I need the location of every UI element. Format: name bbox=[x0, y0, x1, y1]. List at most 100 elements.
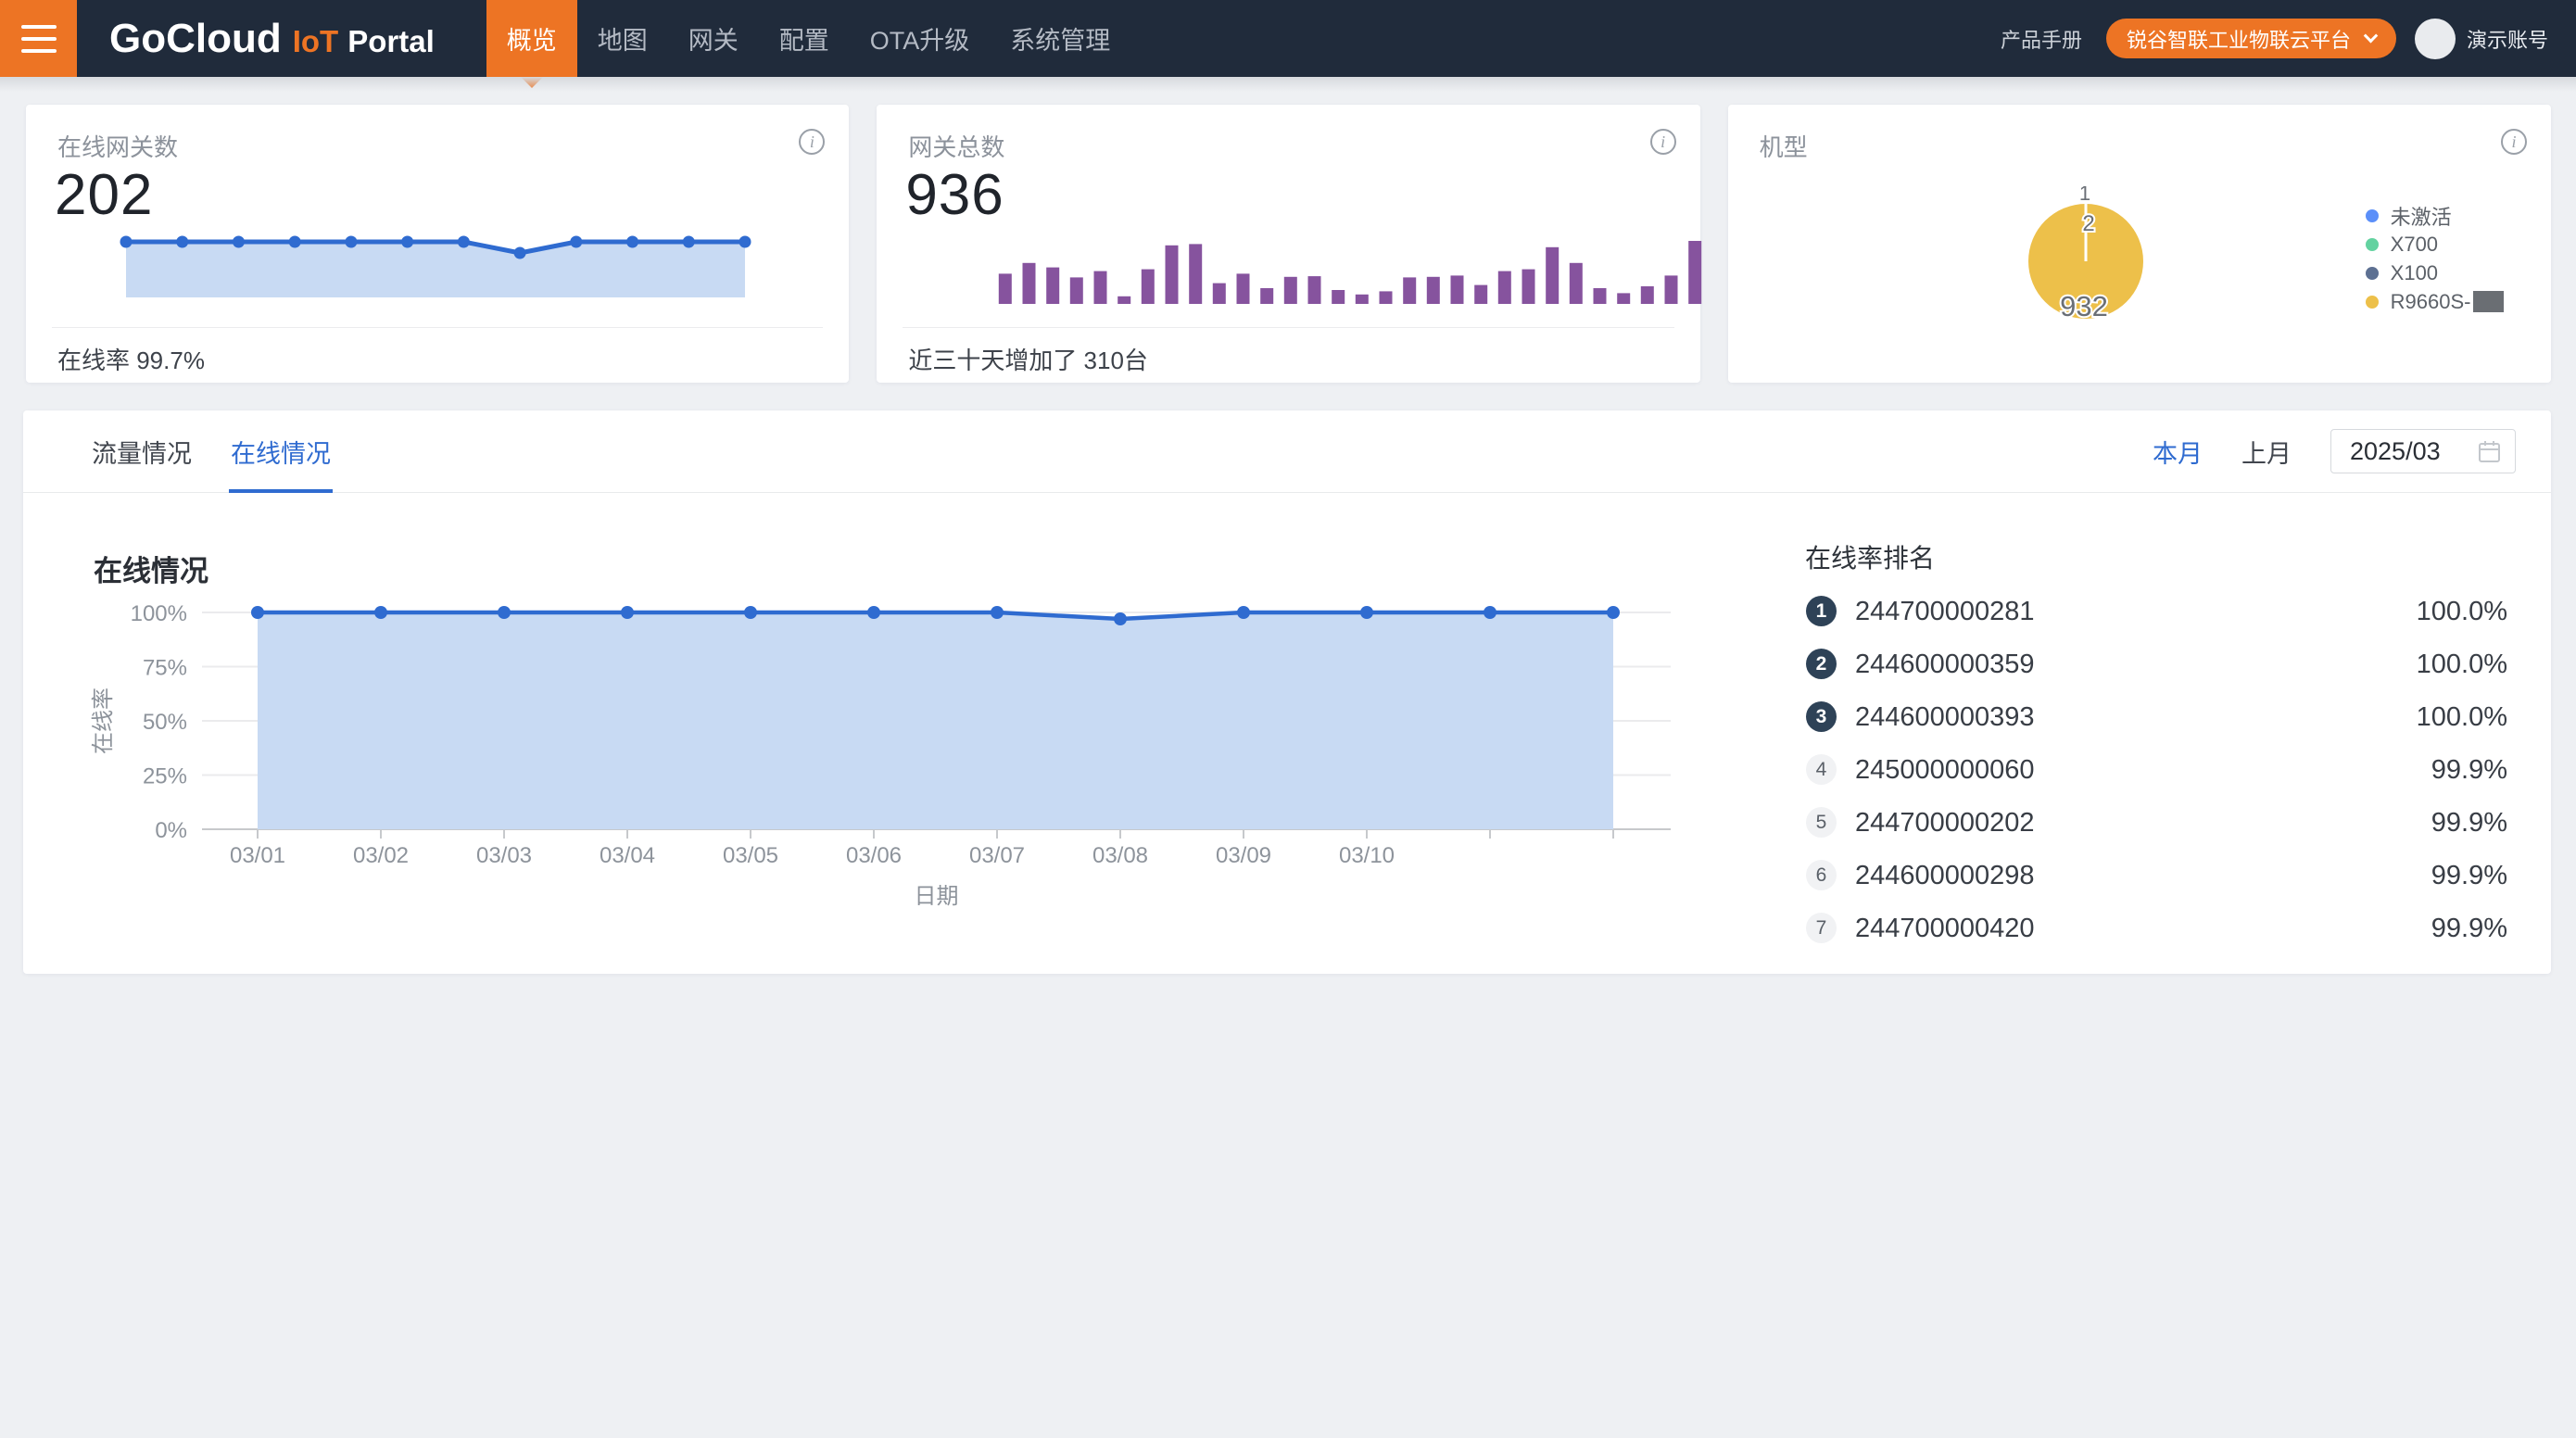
this-month-button[interactable]: 本月 bbox=[2153, 434, 2203, 470]
svg-text:日期: 日期 bbox=[915, 884, 959, 909]
tab-online[interactable]: 在线情况 bbox=[229, 410, 333, 492]
card-title: 机型 bbox=[1760, 129, 1808, 163]
rank-badge: 7 bbox=[1806, 913, 1837, 943]
svg-text:50%: 50% bbox=[143, 710, 187, 735]
svg-text:03/10: 03/10 bbox=[1339, 843, 1395, 868]
svg-text:1: 1 bbox=[2079, 186, 2090, 205]
info-icon[interactable]: i bbox=[799, 129, 825, 155]
legend-item-inactive: 未激活 bbox=[2366, 201, 2504, 230]
divider bbox=[903, 327, 1673, 328]
calendar-icon bbox=[2477, 439, 2502, 464]
logo-accent: IoT bbox=[293, 24, 338, 59]
svg-text:03/08: 03/08 bbox=[1092, 843, 1148, 868]
legend-dot bbox=[2366, 296, 2379, 309]
nav-item-map[interactable]: 地图 bbox=[577, 0, 668, 77]
gateway-id: 244600000298 bbox=[1855, 861, 2035, 891]
product-manual-link[interactable]: 产品手册 bbox=[2001, 24, 2082, 54]
divider bbox=[52, 327, 823, 328]
rank-row: 5 244700000202 99.9% bbox=[1779, 796, 2507, 849]
gateway-id: 244700000420 bbox=[1855, 914, 2035, 944]
ranking-title: 在线率排名 bbox=[1805, 538, 2507, 575]
card-title: 在线网关数 bbox=[57, 129, 178, 163]
range-controls: 本月 上月 2025/03 bbox=[2153, 429, 2516, 473]
online-rate-value: 99.9% bbox=[2431, 755, 2507, 786]
nav-item-ota[interactable]: OTA升级 bbox=[850, 0, 991, 77]
hamburger-button[interactable] bbox=[0, 0, 77, 77]
rank-badge: 3 bbox=[1806, 701, 1837, 732]
legend-item-x100: X100 bbox=[2366, 259, 2504, 287]
svg-text:在线率: 在线率 bbox=[91, 687, 116, 754]
svg-text:100%: 100% bbox=[131, 601, 187, 626]
online-spark-chart bbox=[118, 223, 753, 311]
svg-text:03/02: 03/02 bbox=[353, 843, 409, 868]
gateway-id: 244600000359 bbox=[1855, 650, 2035, 680]
app-logo: GoCloud IoT Portal bbox=[109, 16, 435, 62]
tabs: 流量情况 在线情况 bbox=[90, 410, 333, 492]
redaction-box bbox=[2473, 291, 2504, 312]
screen: GoCloud IoT Portal 概览 地图 网关 配置 OTA升级 系统管… bbox=[0, 0, 2576, 1438]
rank-row: 7 244700000420 99.9% bbox=[1779, 902, 2507, 954]
legend-dot bbox=[2366, 267, 2379, 280]
svg-text:03/09: 03/09 bbox=[1216, 843, 1271, 868]
gateway-id: 244600000393 bbox=[1855, 702, 2035, 733]
tenant-selector[interactable]: 锐谷智联工业物联云平台 bbox=[2106, 19, 2396, 58]
online-gateway-count: 202 bbox=[55, 162, 153, 228]
tab-traffic[interactable]: 流量情况 bbox=[90, 410, 194, 492]
legend-dot bbox=[2366, 209, 2379, 222]
svg-text:03/05: 03/05 bbox=[723, 843, 778, 868]
gateway-id: 244700000202 bbox=[1855, 808, 2035, 839]
account-name: 演示账号 bbox=[2467, 24, 2548, 54]
rank-badge: 4 bbox=[1806, 754, 1837, 785]
rank-badge: 6 bbox=[1806, 860, 1837, 890]
chevron-down-icon bbox=[2364, 29, 2379, 44]
rank-badge: 5 bbox=[1806, 807, 1837, 838]
info-icon[interactable]: i bbox=[2501, 129, 2527, 155]
month-picker-value: 2025/03 bbox=[2350, 437, 2441, 466]
card-title: 网关总数 bbox=[908, 129, 1004, 163]
rank-row: 3 244600000393 100.0% bbox=[1779, 690, 2507, 743]
info-icon[interactable]: i bbox=[1650, 129, 1676, 155]
month-picker[interactable]: 2025/03 bbox=[2330, 429, 2516, 473]
nav-item-gateway[interactable]: 网关 bbox=[668, 0, 759, 77]
gateway-bars-chart bbox=[993, 221, 1707, 309]
total-gateway-count: 936 bbox=[905, 162, 1004, 228]
avatar[interactable] bbox=[2415, 19, 2456, 59]
online-rate-value: 99.9% bbox=[2431, 808, 2507, 839]
online-rate-footer: 在线率 99.7% bbox=[57, 342, 205, 376]
top-nav: GoCloud IoT Portal 概览 地图 网关 配置 OTA升级 系统管… bbox=[0, 0, 2576, 77]
card-online-gateways: 在线网关数 i 202 在线率 99.7% bbox=[26, 105, 849, 383]
total-growth-footer: 近三十天增加了 310台 bbox=[908, 342, 1148, 376]
svg-text:03/06: 03/06 bbox=[846, 843, 902, 868]
online-rate-value: 100.0% bbox=[2417, 597, 2507, 627]
active-nav-caret bbox=[520, 76, 544, 88]
svg-text:25%: 25% bbox=[143, 764, 187, 789]
nav-item-config[interactable]: 配置 bbox=[759, 0, 850, 77]
stat-cards: 在线网关数 i 202 在线率 99.7% 网关总数 i 936 近三十天增加了… bbox=[26, 105, 2551, 383]
nav-item-overview[interactable]: 概览 bbox=[486, 0, 577, 77]
svg-text:03/04: 03/04 bbox=[600, 843, 655, 868]
last-month-button[interactable]: 上月 bbox=[2241, 434, 2292, 470]
svg-text:932: 932 bbox=[2060, 290, 2108, 322]
online-rate-chart: 0%25%50%75%100%03/0103/0203/0303/0403/05… bbox=[79, 522, 1710, 920]
rank-row: 2 244600000359 100.0% bbox=[1779, 637, 2507, 690]
rank-badge: 2 bbox=[1806, 649, 1837, 679]
card-total-gateways: 网关总数 i 936 近三十天增加了 310台 bbox=[877, 105, 1699, 383]
rank-row: 4 245000000060 99.9% bbox=[1779, 743, 2507, 796]
rank-badge: 1 bbox=[1806, 596, 1837, 626]
gateway-id: 244700000281 bbox=[1855, 597, 2035, 627]
main-panel: 流量情况 在线情况 本月 上月 2025/03 在线情况 0%25%50%75 bbox=[23, 410, 2551, 974]
online-rate-value: 99.9% bbox=[2431, 914, 2507, 944]
logo-suffix: Portal bbox=[347, 24, 435, 59]
svg-text:03/03: 03/03 bbox=[476, 843, 532, 868]
topbar-right: 产品手册 锐谷智联工业物联云平台 演示账号 bbox=[2001, 19, 2548, 59]
nav-item-system[interactable]: 系统管理 bbox=[990, 0, 1130, 77]
online-rate-value: 100.0% bbox=[2417, 702, 2507, 733]
tab-row: 流量情况 在线情况 本月 上月 2025/03 bbox=[23, 410, 2551, 493]
card-model-distribution: 机型 i 12932 未激活 X700 X100 R9660S- bbox=[1728, 105, 2551, 383]
rank-row: 6 244600000298 99.9% bbox=[1779, 849, 2507, 902]
online-rate-value: 99.9% bbox=[2431, 861, 2507, 891]
svg-text:75%: 75% bbox=[143, 656, 187, 681]
legend-item-r9660s: R9660S- bbox=[2366, 287, 2504, 316]
svg-text:2: 2 bbox=[2082, 211, 2094, 236]
primary-nav: 概览 地图 网关 配置 OTA升级 系统管理 bbox=[486, 0, 1131, 77]
